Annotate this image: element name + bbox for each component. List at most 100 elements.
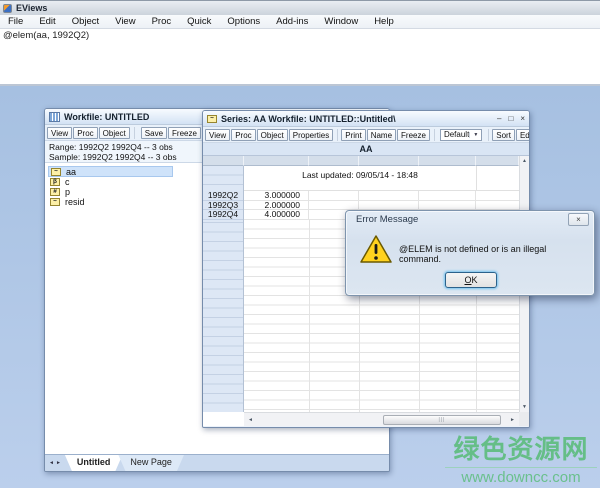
tab-new-page[interactable]: New Page [118,455,184,471]
watermark: 绿色资源网 www.downcc.com [445,429,597,486]
view-selector-value: Default [444,130,469,139]
main-title-bar: EViews [0,0,600,15]
workfile-proc-button[interactable]: Proc [73,127,97,139]
obs-label-column: 1992Q2 1992Q3 1992Q4 [203,166,244,412]
empty-cell [419,201,476,211]
scroll-up-icon[interactable]: ▲ [520,156,530,166]
empty-cell [419,191,476,201]
object-item-aa[interactable]: ~ aa [48,166,173,177]
dialog-title-bar[interactable]: Error Message × [346,211,594,228]
warning-icon [360,235,392,264]
series-object-icon: ~ [50,198,60,206]
command-window[interactable]: @elem(aa, 1992Q2) [0,29,600,86]
series-edit-button[interactable]: Edit+/- [516,129,529,141]
header-cell [359,156,419,166]
eviews-logo-icon [3,4,12,13]
minimize-icon[interactable]: – [497,114,501,123]
workfile-view-button[interactable]: View [47,127,72,139]
series-sort-button[interactable]: Sort [492,129,515,141]
object-name: aa [66,167,76,177]
workfile-icon [49,112,60,122]
menu-quick[interactable]: Quick [179,16,219,27]
tab-next-icon[interactable]: ► [56,460,61,466]
series-freeze-button[interactable]: Freeze [397,129,430,141]
workfile-page-tabs: ◄ ► Untitled New Page [45,454,389,471]
series-object-icon: ~ [51,168,61,176]
toolbar-separator [134,127,138,139]
empty-cell [359,201,419,211]
menu-proc[interactable]: Proc [144,16,180,27]
series-object-button[interactable]: Object [257,129,288,141]
object-item-c[interactable]: β c [48,177,173,187]
menu-window[interactable]: Window [316,16,366,27]
toolbar-separator [337,129,338,141]
watermark-site-url: www.downcc.com [445,468,597,486]
menu-addins[interactable]: Add-ins [268,16,316,27]
maximize-icon[interactable]: □ [508,114,513,123]
empty-cell [309,191,359,201]
resize-grip[interactable] [519,412,529,426]
empty-cell [476,166,519,190]
dialog-title: Error Message [356,214,418,225]
series-window-controls: – □ × [497,114,525,123]
ok-label-accelerator: O [464,275,471,285]
pool-object-icon: # [50,188,60,196]
workfile-object-button[interactable]: Object [99,127,130,139]
window-bottom-edge [203,426,529,427]
error-message-dialog: Error Message × @ELEM is not defined or … [345,210,595,296]
spreadsheet-header-row [203,156,519,166]
view-selector-dropdown[interactable]: Default ▼ [440,129,482,141]
menu-view[interactable]: View [107,16,143,27]
horizontal-scrollbar[interactable]: ◄ ||| ► [244,412,519,426]
chevron-down-icon: ▼ [469,132,481,138]
menu-options[interactable]: Options [219,16,268,27]
obs-label: 1992Q4 [203,210,243,220]
object-name: resid [65,197,85,207]
empty-cell [476,191,519,201]
empty-cell [309,201,359,211]
close-icon[interactable]: × [520,114,525,123]
toolbar-separator [434,129,435,141]
menu-help[interactable]: Help [366,16,402,27]
eviews-application: EViews File Edit Object View Proc Quick … [0,0,600,488]
workfile-title: Workfile: UNTITLED [64,112,149,122]
series-name-button[interactable]: Name [367,129,396,141]
empty-cell [476,201,519,211]
scroll-down-icon[interactable]: ▼ [520,402,530,412]
scrollbar-thumb[interactable]: ||| [383,415,501,425]
header-cell [203,156,244,166]
ok-button[interactable]: OK [445,272,497,288]
series-proc-button[interactable]: Proc [231,129,255,141]
cell-value: 4.000000 [244,210,309,220]
workfile-freeze-button[interactable]: Freeze [168,127,201,139]
last-updated-row: Last updated: 09/05/14 - 18:48 [244,166,519,191]
watermark-site-name: 绿色资源网 [445,429,597,468]
grid-line [309,220,310,413]
ok-label: K [472,275,478,285]
workfile-save-button[interactable]: Save [141,127,167,139]
series-title-bar[interactable]: ~ Series: AA Workfile: UNTITLED::Untitle… [203,111,529,127]
menu-object[interactable]: Object [64,16,107,27]
header-cell [476,156,519,166]
object-item-resid[interactable]: ~ resid [48,197,173,207]
series-icon: ~ [207,115,217,123]
close-icon[interactable]: × [568,213,589,226]
menu-bar: File Edit Object View Proc Quick Options… [0,15,600,29]
menu-file[interactable]: File [0,16,31,27]
coef-object-icon: β [50,178,60,186]
object-name: p [65,187,70,197]
tab-nav: ◄ ► [45,455,65,471]
series-properties-button[interactable]: Properties [289,129,333,141]
tab-untitled[interactable]: Untitled [65,455,123,471]
scroll-left-icon[interactable]: ◄ [245,414,256,426]
menu-edit[interactable]: Edit [31,16,63,27]
scroll-right-icon[interactable]: ► [507,414,518,426]
dialog-body: @ELEM is not defined or is an illegal co… [346,228,594,276]
series-view-button[interactable]: View [205,129,230,141]
object-item-p[interactable]: # p [48,187,173,197]
tab-prev-icon[interactable]: ◄ [49,460,54,466]
series-print-button[interactable]: Print [341,129,365,141]
series-column-header: AA [203,143,529,156]
mdi-workspace: 绿色资源网 www.downcc.com Workfile: UNTITLED … [0,86,600,488]
header-cell [244,156,309,166]
